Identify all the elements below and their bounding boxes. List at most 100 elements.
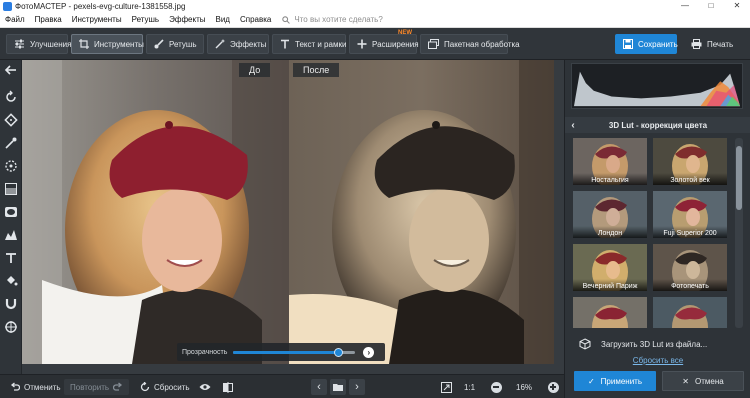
histogram [571, 63, 743, 109]
chevron-right-icon: › [355, 381, 359, 393]
fill-bucket-icon[interactable] [4, 274, 18, 288]
horseshoe-magnet-icon[interactable] [4, 297, 18, 311]
lut-preset-label: Золотой век [653, 173, 727, 185]
text-tool-icon[interactable] [4, 251, 18, 265]
tab-retouch-label: Ретушь [169, 39, 197, 49]
printer-icon [691, 39, 702, 49]
cancel-button[interactable]: ✕ Отмена [662, 371, 744, 391]
zoom-out-button[interactable] [488, 379, 504, 395]
fit-to-screen-button[interactable] [438, 379, 454, 395]
vignette-icon[interactable] [4, 205, 18, 219]
menu-view[interactable]: Вид [210, 12, 234, 28]
reset-label: Сбросить [154, 382, 190, 392]
lut-preset-7[interactable] [573, 297, 647, 328]
lut-preset-fuji-superior[interactable]: Fuji Superior 200 [653, 191, 727, 238]
actual-size-label: 1:1 [464, 382, 476, 392]
healing-patch-icon[interactable] [4, 113, 18, 127]
image-canvas[interactable]: До После Прозрачность › [22, 60, 564, 374]
opacity-slider[interactable] [233, 347, 356, 357]
compare-view-button[interactable] [220, 379, 236, 395]
folder-icon [333, 384, 343, 391]
magic-wand-icon [215, 39, 225, 49]
menu-help[interactable]: Справка [235, 12, 276, 28]
reset-button[interactable]: Сбросить [140, 379, 190, 395]
tab-batch-processing[interactable]: Пакетная обработка [420, 34, 520, 54]
lut-scrollbar-thumb[interactable] [736, 146, 742, 210]
tab-tools-label: Инструменты [94, 39, 144, 49]
lut-preset-evening-paris[interactable]: Вечерний Париж [573, 244, 647, 291]
undo-icon [10, 382, 20, 391]
lut-section-title: 3D Lut - коррекция цвета [608, 120, 708, 130]
crosshair-target-icon[interactable] [4, 320, 18, 334]
levels-icon[interactable] [4, 228, 18, 242]
tab-retouch[interactable]: Ретушь [146, 34, 204, 54]
menu-effects[interactable]: Эффекты [164, 12, 210, 28]
lut-preset-london[interactable]: Лондон [573, 191, 647, 238]
chevron-right-icon[interactable]: › [363, 346, 375, 358]
tab-effects[interactable]: Эффекты [207, 34, 269, 54]
undo-button[interactable]: Отменить [10, 379, 61, 395]
redo-button[interactable]: Повторить [64, 379, 130, 395]
menu-retouch[interactable]: Ретушь [127, 12, 165, 28]
menu-tools[interactable]: Инструменты [67, 12, 127, 28]
maximize-button[interactable]: □ [698, 0, 724, 12]
lut-preset-8[interactable] [653, 297, 727, 328]
command-search[interactable]: Что вы хотите сделать? [282, 15, 383, 24]
chevron-left-icon[interactable]: ‹ [565, 120, 581, 131]
lut-preset-golden-age[interactable]: Золотой век [653, 138, 727, 185]
print-button-label: Печать [707, 39, 734, 49]
open-folder-button[interactable] [330, 379, 346, 395]
zoom-in-button[interactable] [545, 379, 561, 395]
minimize-button[interactable]: — [672, 0, 698, 12]
tab-tools[interactable]: Инструменты [71, 34, 144, 54]
apply-button[interactable]: ✓ Применить [574, 371, 656, 391]
tab-extensions[interactable]: Расширения NEW [349, 30, 419, 54]
split-compare-icon [223, 381, 233, 393]
actual-size-button[interactable]: 1:1 [464, 379, 475, 395]
eyedropper-icon[interactable] [4, 136, 18, 150]
close-icon: ✕ [682, 376, 689, 386]
minus-icon [490, 381, 502, 393]
window-title: ФотоМАСТЕР - pexels-evg-culture-1381558.… [15, 1, 186, 11]
menu-bar: Файл Правка Инструменты Ретушь Эффекты В… [0, 12, 750, 28]
tab-enhancements[interactable]: Улучшения [6, 34, 71, 54]
tab-text-frames[interactable]: Текст и рамки [272, 34, 346, 54]
cube-icon [579, 338, 591, 350]
reset-all-link[interactable]: Сбросить все [565, 356, 750, 365]
tab-text-frames-label: Текст и рамки [295, 39, 347, 49]
close-window-button[interactable]: ✕ [724, 0, 750, 12]
rotate-icon[interactable] [4, 90, 18, 104]
load-lut-button[interactable]: Загрузить 3D Lut из файла... [579, 336, 743, 352]
floppy-disk-icon [623, 39, 633, 49]
tab-extensions-label: Расширения [372, 39, 419, 49]
check-icon: ✓ [587, 376, 595, 386]
gradient-filter-icon[interactable] [4, 182, 18, 196]
zoom-level: 16% [516, 379, 532, 395]
bottom-bar: Отменить Повторить Сбросить ‹ › 1:1 16% [0, 374, 564, 398]
print-button[interactable]: Печать [683, 34, 745, 54]
opacity-slider-handle[interactable] [334, 347, 344, 357]
lut-preset-nostalgia[interactable]: Ностальгия [573, 138, 647, 185]
after-label[interactable]: После [293, 63, 340, 77]
lut-preset-label: Лондон [573, 226, 647, 238]
brush-icon [154, 39, 164, 49]
previous-image-button[interactable]: ‹ [311, 379, 327, 395]
apply-button-label: Применить [600, 376, 643, 386]
lut-scrollbar[interactable] [735, 138, 743, 328]
menu-edit[interactable]: Правка [30, 12, 67, 28]
load-lut-label: Загрузить 3D Lut из файла... [601, 339, 708, 349]
radial-filter-icon[interactable] [4, 159, 18, 173]
lut-preset-grid: Ностальгия Золотой век Лондон Fuji Super… [573, 138, 731, 328]
menu-file[interactable]: Файл [0, 12, 30, 28]
opacity-control: Прозрачность › [177, 343, 385, 361]
lut-preset-label: Фотопечать [653, 279, 727, 291]
before-label[interactable]: До [239, 63, 271, 77]
back-arrow-icon[interactable] [4, 63, 18, 77]
preview-toggle-button[interactable] [197, 379, 213, 395]
title-bar: ФотоМАСТЕР - pexels-evg-culture-1381558.… [0, 0, 750, 12]
save-button[interactable]: Сохранить [615, 34, 678, 54]
before-photo [22, 60, 289, 364]
next-image-button[interactable]: › [349, 379, 365, 395]
after-photo [289, 60, 554, 364]
lut-preset-photo-print[interactable]: Фотопечать [653, 244, 727, 291]
